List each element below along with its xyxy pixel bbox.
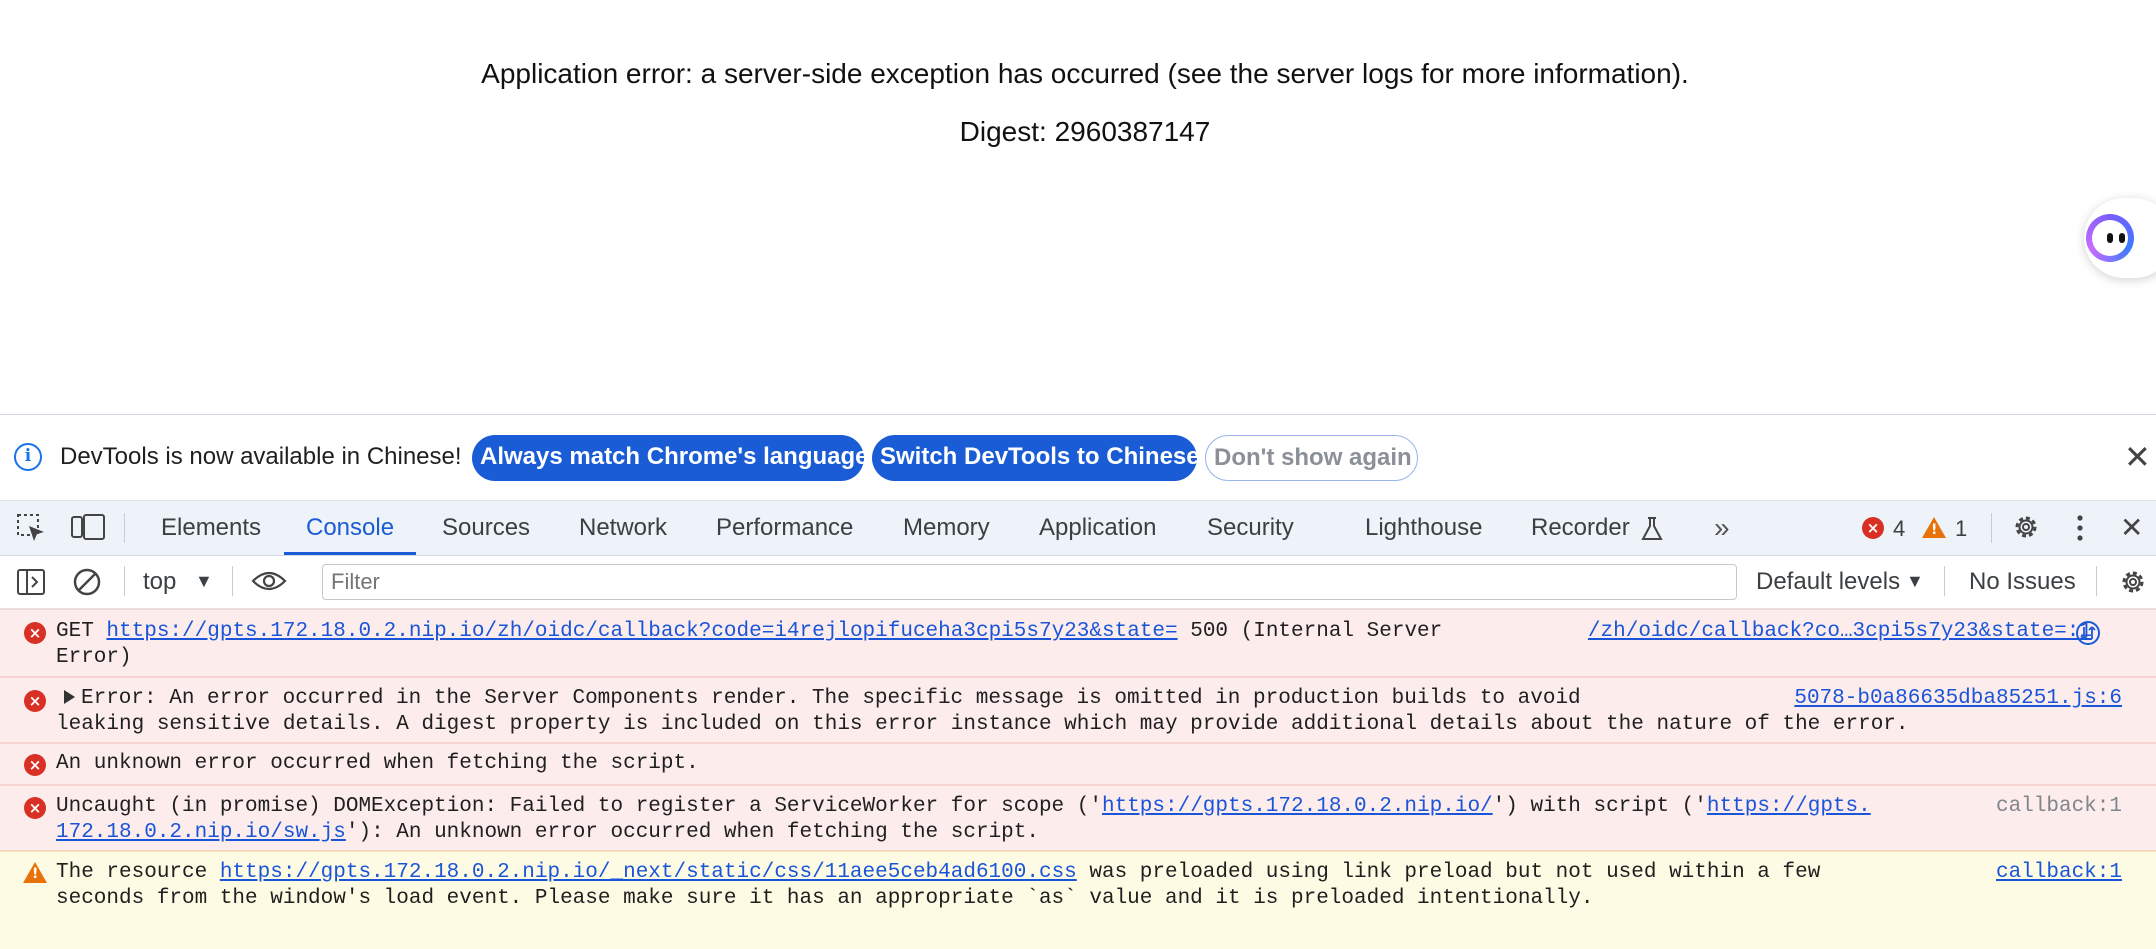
sidebar-toggle-icon[interactable]	[16, 568, 46, 596]
script-url-link[interactable]: 172.18.0.2.nip.io/sw.js	[56, 821, 346, 844]
expand-triangle-icon[interactable]	[64, 690, 75, 705]
close-devtools-icon[interactable]: ✕	[2120, 501, 2143, 555]
script-url-link[interactable]: https://gpts.	[1707, 795, 1871, 818]
console-settings-gear-icon[interactable]	[2117, 566, 2149, 598]
console-filter-input[interactable]	[322, 564, 1737, 600]
error-count-icon[interactable]: ×	[1862, 517, 1884, 539]
message-line: 172.18.0.2.nip.io/sw.js'): An unknown er…	[56, 821, 1039, 844]
error-title: Application error: a server-side excepti…	[481, 58, 1689, 89]
message-text: Error: An error occurred in the Server C…	[81, 687, 1581, 710]
toolbar-separator	[1944, 566, 1945, 596]
clear-console-icon[interactable]	[72, 567, 102, 597]
message-text: Uncaught (in promise) DOMException: Fail…	[56, 795, 1102, 818]
message-text: was preloaded using link preload but not…	[1076, 861, 1821, 884]
context-selector[interactable]: top	[143, 568, 176, 596]
tab-sources[interactable]: Sources	[442, 501, 530, 555]
levels-dropdown-icon[interactable]: ▼	[1906, 571, 1924, 592]
source-link[interactable]: /zh/oidc/callback?co…3cpi5s7y23&state=:1	[1588, 620, 2092, 643]
tab-elements[interactable]: Elements	[161, 501, 261, 555]
tab-lighthouse[interactable]: Lighthouse	[1365, 501, 1482, 555]
tab-separator	[1991, 513, 1992, 543]
context-dropdown-icon[interactable]: ▼	[195, 571, 213, 592]
scope-url-link[interactable]: https://gpts.172.18.0.2.nip.io/	[1102, 795, 1493, 818]
info-icon: i	[14, 443, 42, 471]
issues-indicator[interactable]: No Issues	[1969, 568, 2076, 596]
message-line: leaking sensitive details. A digest prop…	[56, 713, 1909, 736]
message-line: Error)	[56, 646, 132, 669]
message-line: An unknown error occurred when fetching …	[56, 752, 699, 775]
dont-show-again-button[interactable]: Don't show again	[1205, 435, 1418, 481]
tab-recorder[interactable]: Recorder	[1531, 501, 1630, 555]
close-infobar-icon[interactable]: ✕	[2124, 441, 2151, 473]
infobar-message: DevTools is now available in Chinese!	[60, 443, 462, 470]
message-line: GET https://gpts.172.18.0.2.nip.io/zh/oi…	[56, 620, 1442, 643]
console-error-message: × An unknown error occurred when fetchin…	[0, 743, 2156, 785]
tab-separator	[124, 513, 125, 543]
message-line: The resource https://gpts.172.18.0.2.nip…	[56, 861, 1820, 884]
assistant-eye-icon	[2107, 233, 2113, 243]
more-tabs-icon[interactable]: »	[1714, 501, 1730, 555]
error-icon: ×	[24, 690, 46, 712]
message-text: 500 (Internal Server	[1177, 620, 1443, 643]
settings-gear-icon[interactable]	[2010, 511, 2042, 543]
tab-console[interactable]: Console	[284, 501, 417, 555]
source-link[interactable]: callback:1	[1996, 795, 2122, 818]
warning-count-icon[interactable]: !	[1922, 517, 1946, 538]
device-toolbar-icon[interactable]	[70, 513, 106, 543]
message-text: The resource	[56, 861, 220, 884]
eye-icon[interactable]	[251, 569, 287, 593]
message-line[interactable]: Error: An error occurred in the Server C…	[64, 687, 1581, 710]
flask-icon	[1641, 517, 1663, 540]
console-error-message: × GET https://gpts.172.18.0.2.nip.io/zh/…	[0, 609, 2156, 677]
tab-performance[interactable]: Performance	[716, 501, 853, 555]
request-url-link[interactable]: https://gpts.172.18.0.2.nip.io/zh/oidc/c…	[106, 620, 1177, 643]
more-options-icon[interactable]	[2072, 513, 2088, 543]
warning-icon: !	[23, 862, 47, 883]
log-levels-dropdown[interactable]: Default levels	[1756, 568, 1900, 596]
switch-to-chinese-button[interactable]: Switch DevTools to Chinese	[872, 435, 1200, 481]
source-link[interactable]: 5078-b0a86635dba85251.js:6	[1794, 687, 2122, 710]
source-link[interactable]: callback:1	[1996, 861, 2122, 884]
assistant-eye-icon	[2119, 233, 2125, 243]
console-error-message: × Error: An error occurred in the Server…	[0, 677, 2156, 743]
message-line: Uncaught (in promise) DOMException: Fail…	[56, 795, 1871, 818]
tab-application[interactable]: Application	[1039, 501, 1156, 555]
inspect-element-icon[interactable]	[16, 513, 48, 543]
console-error-message: × Uncaught (in promise) DOMException: Fa…	[0, 785, 2156, 851]
page-content: Application error: a server-side excepti…	[0, 0, 2156, 414]
toolbar-separator	[2096, 566, 2097, 596]
warning-count[interactable]: 1	[1955, 516, 1967, 542]
error-icon: ×	[24, 754, 46, 776]
message-line: seconds from the window's load event. Pl…	[56, 887, 1594, 910]
language-infobar: i DevTools is now available in Chinese! …	[0, 415, 2156, 501]
resource-url-link[interactable]: https://gpts.172.18.0.2.nip.io/_next/sta…	[220, 861, 1077, 884]
console-toolbar: top ▼ Default levels ▼ No Issues	[0, 556, 2156, 609]
error-icon: ×	[24, 797, 46, 819]
error-count[interactable]: 4	[1893, 516, 1905, 542]
error-icon: ×	[24, 622, 46, 644]
always-match-language-button[interactable]: Always match Chrome's language	[472, 435, 869, 481]
devtools-panel: i DevTools is now available in Chinese! …	[0, 414, 2156, 949]
message-text: '): An unknown error occurred when fetch…	[345, 821, 1039, 844]
tab-memory[interactable]: Memory	[903, 501, 990, 555]
network-request-icon[interactable]	[2075, 620, 2101, 646]
toolbar-separator	[124, 566, 125, 596]
message-text: GET	[56, 620, 107, 643]
error-digest: Digest: 2960387147	[959, 116, 1211, 147]
tab-security[interactable]: Security	[1207, 501, 1294, 555]
devtools-tabbar: Elements Console Sources Network Perform…	[0, 501, 2156, 556]
console-warning-message: ! The resource https://gpts.172.18.0.2.n…	[0, 851, 2156, 949]
tab-network[interactable]: Network	[579, 501, 667, 555]
message-text: ') with script ('	[1492, 795, 1707, 818]
toolbar-separator	[232, 566, 233, 596]
console-messages: × GET https://gpts.172.18.0.2.nip.io/zh/…	[0, 609, 2156, 949]
